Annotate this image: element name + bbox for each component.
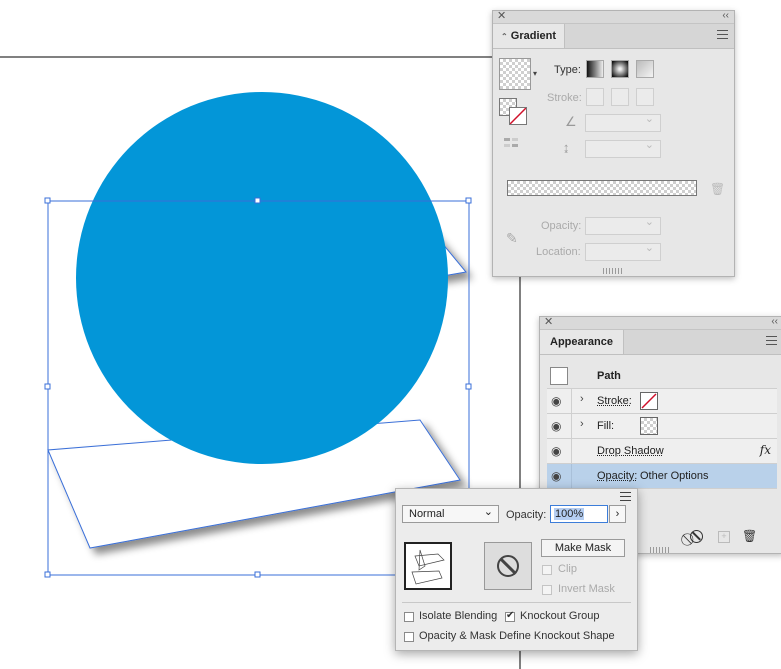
- gradient-slider[interactable]: [507, 180, 697, 196]
- fx-icon[interactable]: fx: [760, 443, 771, 457]
- opacity-label: Opacity:: [506, 509, 546, 521]
- panel-resize-grip[interactable]: [650, 547, 670, 553]
- gradient-panel-titlebar[interactable]: ✕ ‹‹: [493, 11, 734, 24]
- visibility-eye-icon[interactable]: ◉: [551, 445, 561, 457]
- popup-menu-icon[interactable]: [620, 492, 631, 501]
- stroke-gradient-within-button[interactable]: [586, 88, 604, 106]
- opacity-row-label[interactable]: Opacity:: [597, 470, 637, 482]
- object-label: Path: [597, 370, 621, 382]
- visibility-eye-icon[interactable]: ◉: [551, 420, 561, 432]
- appearance-panel-titlebar[interactable]: ✕ ‹‹: [540, 317, 781, 330]
- transparency-popup: Normal ⌄ Opacity: 100% › Make Mask Clip …: [395, 488, 638, 651]
- gradient-tab-row: ⌃ Gradient: [493, 24, 734, 49]
- tab-arrows-icon: ⌃: [501, 32, 508, 41]
- appearance-tab-row: Appearance: [540, 330, 781, 355]
- aspect-ratio-icon: ↨: [563, 140, 570, 155]
- panel-menu-icon[interactable]: [717, 30, 728, 40]
- opacity-mask-knockout-label: Opacity & Mask Define Knockout Shape: [419, 630, 615, 642]
- tab-gradient[interactable]: ⌃ Gradient: [493, 24, 565, 48]
- swatch-dropdown-icon[interactable]: ▾: [533, 69, 537, 78]
- visibility-eye-icon[interactable]: ◉: [551, 470, 561, 482]
- radial-gradient-button[interactable]: [611, 60, 629, 78]
- chevron-down-icon: ⌄: [484, 505, 493, 518]
- close-icon[interactable]: ✕: [497, 10, 506, 22]
- no-mask-icon: [497, 555, 519, 577]
- appearance-row-opacity[interactable]: ◉ Opacity: Other Options: [547, 464, 777, 489]
- knockout-group-artwork[interactable]: [48, 92, 466, 548]
- opacity-label: Opacity:: [541, 220, 581, 232]
- knockout-group-label: Knockout Group: [520, 610, 600, 622]
- knockout-group-checkbox[interactable]: [505, 612, 515, 622]
- opacity-row-value: Other Options: [640, 470, 708, 482]
- delete-stop-icon[interactable]: 🗑: [710, 182, 725, 196]
- clip-checkbox[interactable]: [542, 565, 552, 575]
- blue-circle-shape[interactable]: [76, 92, 448, 464]
- collapse-icon[interactable]: ‹‹: [722, 10, 729, 22]
- invert-mask-checkbox[interactable]: [542, 585, 552, 595]
- eyedropper-icon[interactable]: ✎: [506, 230, 518, 247]
- blend-mode-dropdown[interactable]: Normal ⌄: [402, 505, 499, 523]
- close-icon[interactable]: ✕: [544, 316, 553, 328]
- appearance-object-row[interactable]: Path: [547, 364, 777, 389]
- isolate-blending-checkbox[interactable]: [404, 612, 414, 622]
- tab-gradient-label: Gradient: [511, 30, 556, 42]
- duplicate-item-icon[interactable]: +: [718, 531, 730, 543]
- appearance-row-drop-shadow[interactable]: ◉ Drop Shadow fx: [547, 439, 777, 464]
- drop-shadow-label[interactable]: Drop Shadow: [597, 445, 664, 457]
- reverse-gradient-icon[interactable]: [503, 136, 519, 150]
- artwork-thumbnail[interactable]: [404, 542, 452, 590]
- type-label: Type:: [554, 64, 581, 76]
- isolate-blending-label: Isolate Blending: [419, 610, 497, 622]
- angle-icon: ∠: [565, 114, 577, 130]
- opacity-input-value: 100%: [554, 508, 584, 520]
- opacity-mask-thumbnail[interactable]: [484, 542, 532, 590]
- stroke-proxy-icon[interactable]: [509, 107, 527, 125]
- expand-chevron-icon[interactable]: ›: [580, 418, 584, 430]
- collapse-icon[interactable]: ‹‹: [771, 316, 778, 328]
- make-mask-button[interactable]: Make Mask: [541, 539, 625, 557]
- stroke-row-label[interactable]: Stroke:: [597, 395, 632, 407]
- opacity-slider-button[interactable]: ›: [609, 505, 626, 523]
- delete-item-icon[interactable]: 🗑: [742, 529, 757, 543]
- stroke-swatch-none-icon[interactable]: [640, 392, 658, 410]
- appearance-row-stroke[interactable]: ◉ › Stroke:: [547, 389, 777, 414]
- linear-gradient-button[interactable]: [586, 60, 604, 78]
- clip-label: Clip: [558, 563, 577, 575]
- appearance-row-fill[interactable]: ◉ › Fill:: [547, 414, 777, 439]
- opacity-input[interactable]: 100%: [550, 505, 608, 523]
- object-thumbnail: [550, 367, 568, 385]
- clear-appearance-button[interactable]: [690, 530, 703, 543]
- panel-menu-icon[interactable]: [766, 336, 777, 346]
- popup-divider: [402, 602, 631, 603]
- make-mask-label: Make Mask: [555, 542, 611, 554]
- aspect-ratio-dropdown[interactable]: [585, 140, 661, 158]
- gradient-swatch[interactable]: [499, 58, 531, 90]
- opacity-mask-knockout-checkbox[interactable]: [404, 632, 414, 642]
- visibility-eye-icon[interactable]: ◉: [551, 395, 561, 407]
- panel-resize-grip[interactable]: [603, 268, 623, 274]
- freeform-gradient-button[interactable]: [636, 60, 654, 78]
- fill-swatch-icon[interactable]: [640, 417, 658, 435]
- fill-row-label[interactable]: Fill:: [597, 420, 614, 432]
- tab-appearance[interactable]: Appearance: [540, 330, 624, 354]
- location-label: Location:: [536, 246, 581, 258]
- invert-mask-label: Invert Mask: [558, 583, 615, 595]
- angle-dropdown[interactable]: [585, 114, 661, 132]
- gradient-opacity-dropdown[interactable]: [585, 217, 661, 235]
- gradient-location-dropdown[interactable]: [585, 243, 661, 261]
- stroke-label: Stroke:: [547, 92, 582, 104]
- expand-chevron-icon[interactable]: ›: [580, 393, 584, 405]
- blend-mode-value: Normal: [409, 508, 444, 520]
- stroke-gradient-along-button[interactable]: [611, 88, 629, 106]
- stroke-gradient-across-button[interactable]: [636, 88, 654, 106]
- gradient-panel: ✕ ‹‹ ⌃ Gradient ▾ Type: Stroke: ∠ ↨ 🗑 ✎ …: [492, 10, 735, 277]
